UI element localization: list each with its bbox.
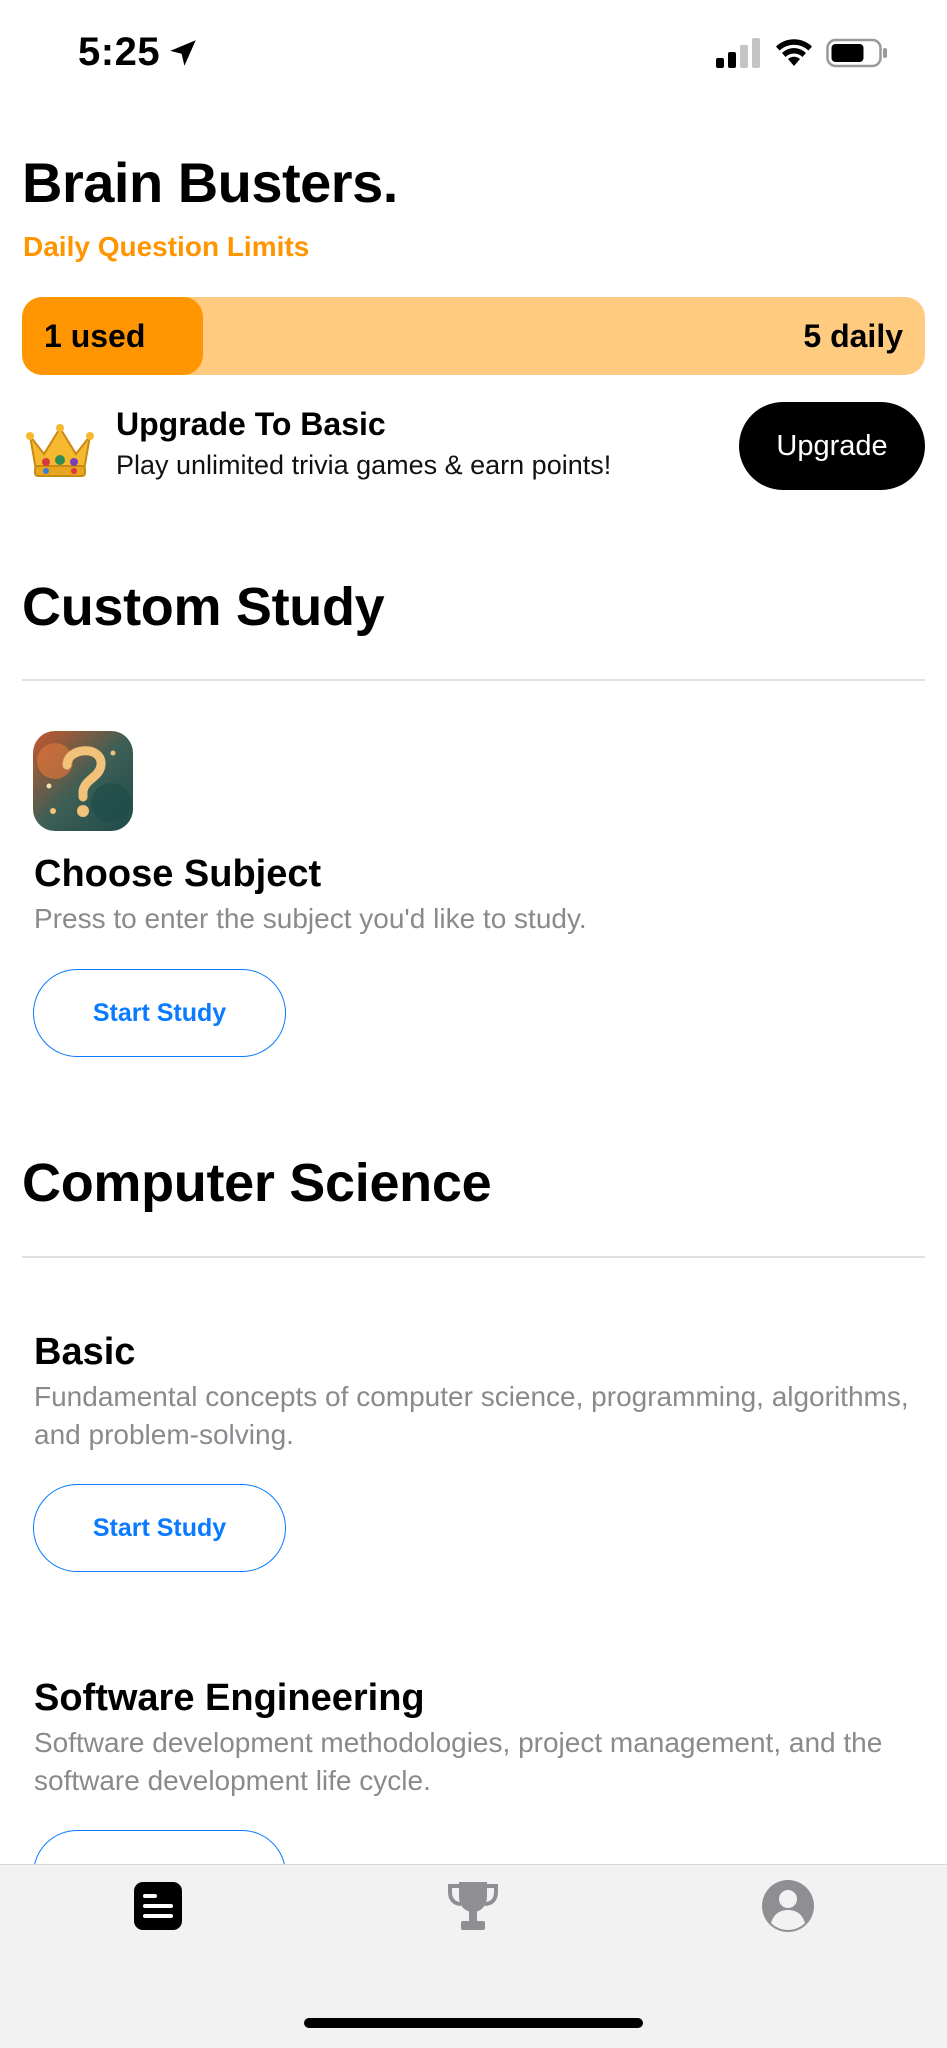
app-title: Brain Busters. (22, 151, 398, 214)
used-count-label: 1 used (44, 318, 146, 354)
upgrade-button[interactable]: Upgrade (739, 402, 925, 490)
card-description: Press to enter the subject you'd like to… (34, 903, 587, 934)
upgrade-description: Play unlimited trivia games & earn point… (116, 450, 612, 480)
card-description: Software development methodologies, proj… (34, 1727, 883, 1796)
crown-icon (26, 424, 94, 477)
card-title-software-engineering: Software Engineering (34, 1677, 425, 1719)
card-title-choose-subject: Choose Subject (34, 853, 322, 895)
upgrade-title: Upgrade To Basic (116, 406, 386, 442)
daily-limits-label: Daily Question Limits (23, 231, 310, 262)
start-study-button-custom[interactable]: Start Study (33, 969, 286, 1057)
section-title-computer-science: Computer Science (22, 1153, 492, 1213)
card-title-basic: Basic (34, 1331, 136, 1373)
trophy-icon[interactable] (445, 1878, 501, 1934)
location-arrow-icon (170, 40, 196, 66)
section-divider (22, 679, 925, 681)
section-title-custom-study: Custom Study (22, 577, 385, 637)
card-description: Fundamental concepts of computer science… (34, 1381, 909, 1450)
battery-icon (826, 38, 887, 68)
status-bar: 5:25 (0, 0, 947, 110)
wifi-icon (776, 39, 812, 66)
daily-usage-progress: 1 used 5 daily (22, 297, 925, 375)
status-time: 5:25 (78, 30, 161, 74)
study-list-icon[interactable] (130, 1878, 186, 1934)
home-indicator (304, 2018, 643, 2028)
daily-limit-label: 5 daily (803, 318, 903, 354)
cellular-signal-icon (716, 38, 760, 68)
section-divider (22, 1256, 925, 1258)
question-mark-art-thumbnail[interactable] (33, 731, 133, 831)
profile-icon[interactable] (760, 1878, 816, 1934)
start-study-button-basic[interactable]: Start Study (33, 1484, 286, 1572)
